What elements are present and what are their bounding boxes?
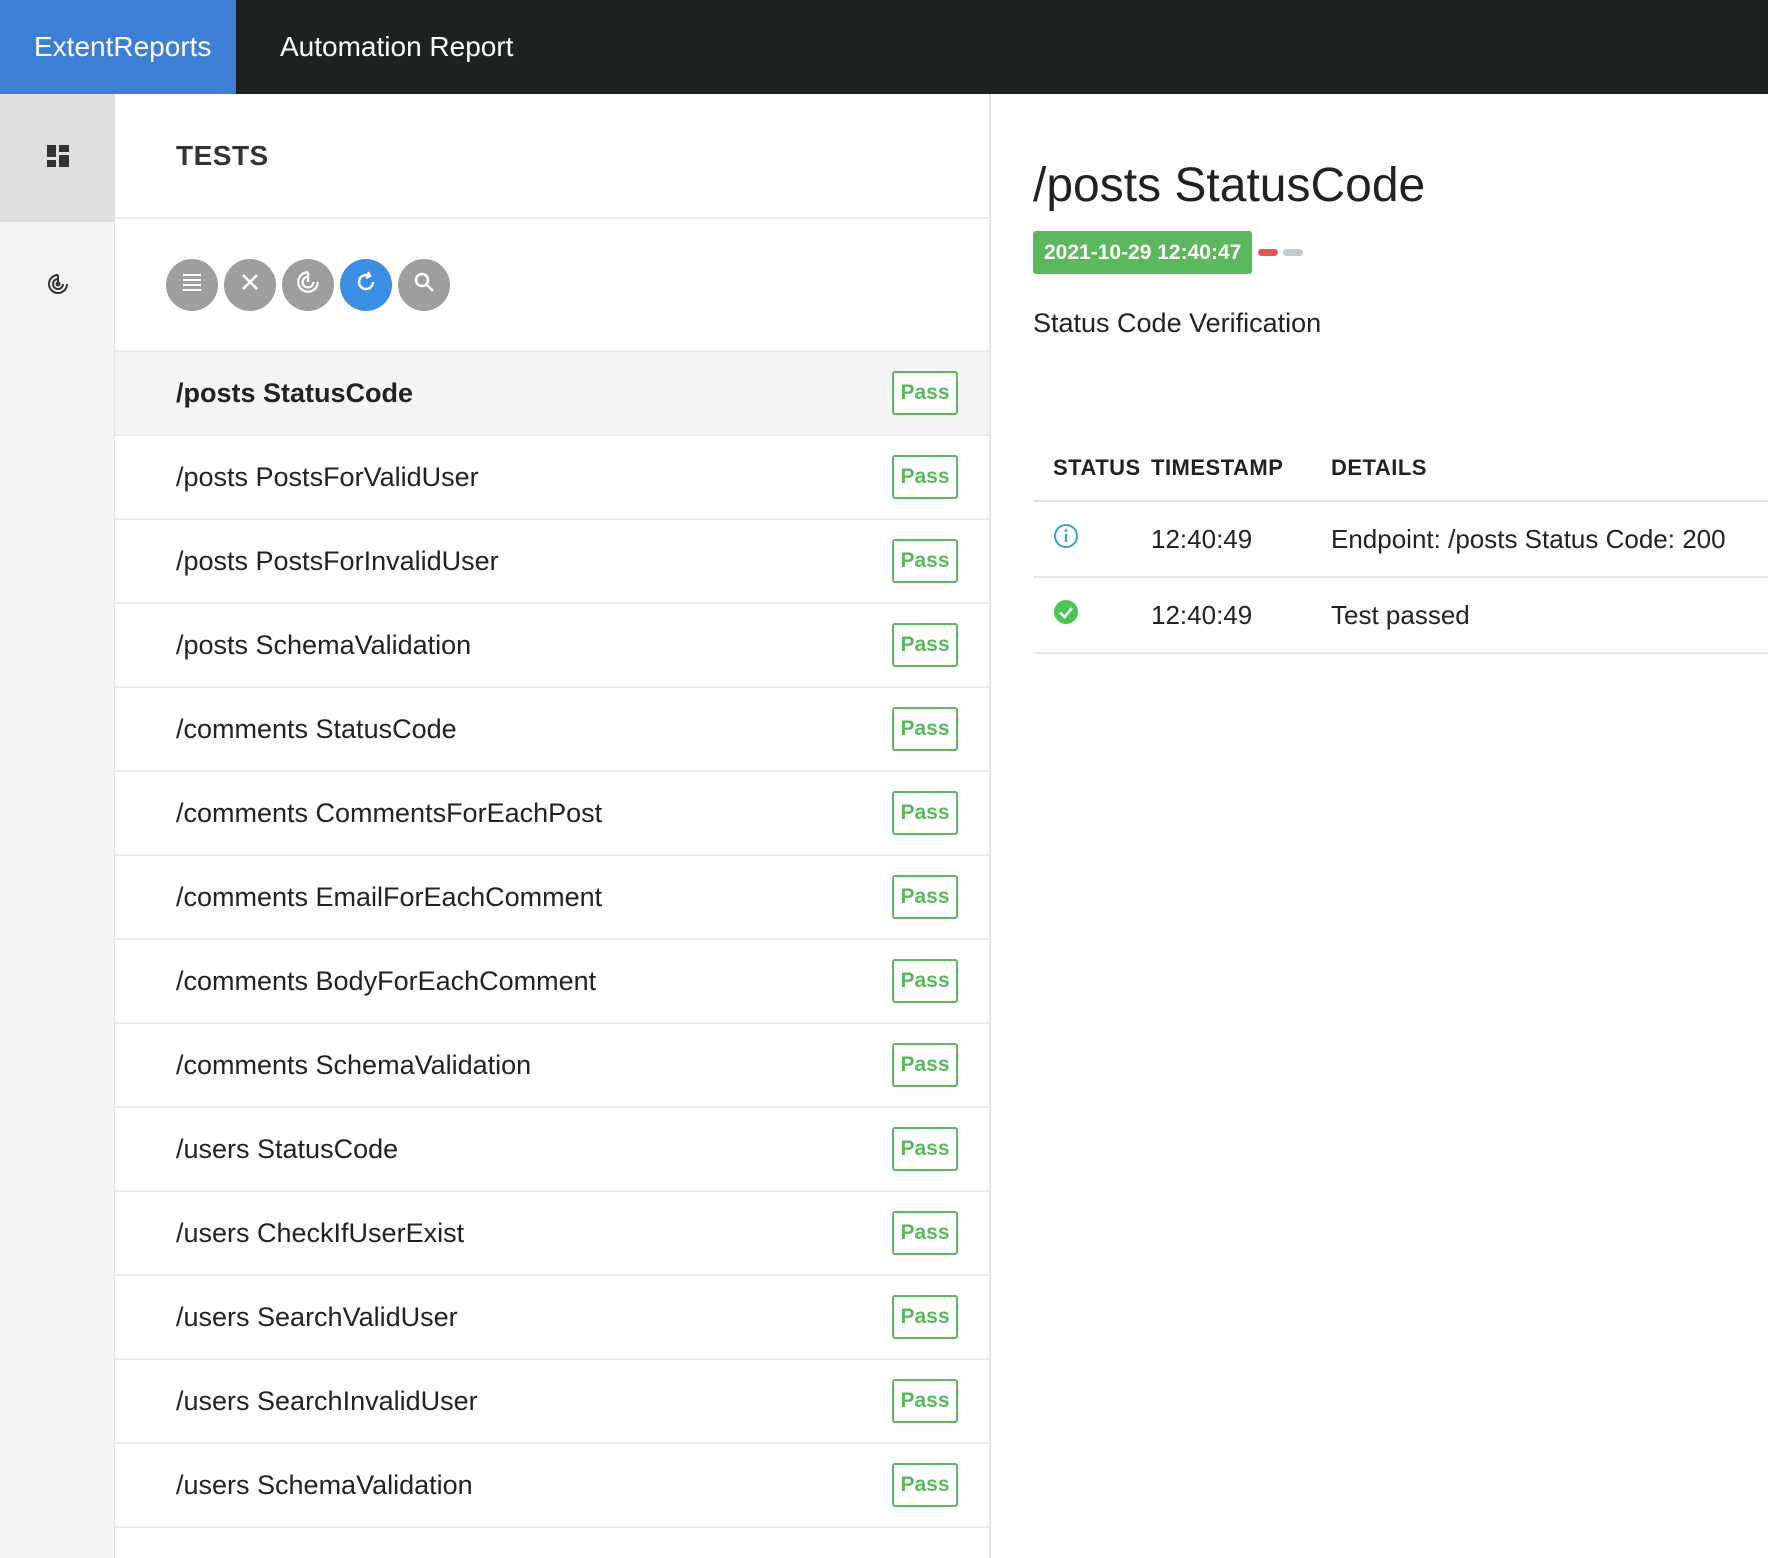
test-row[interactable]: /comments CommentsForEachPost Pass	[115, 772, 989, 856]
test-name: /comments BodyForEachComment	[176, 965, 597, 996]
status-badge: Pass	[892, 1043, 958, 1087]
log-details: Endpoint: /posts Status Code: 200	[1331, 501, 1768, 578]
log-table: STATUS TIMESTAMP DETAILS 12:40:49 Endpoi…	[1033, 435, 1768, 654]
close-icon	[239, 271, 261, 298]
test-row[interactable]: /comments SchemaValidation Pass	[115, 1024, 989, 1108]
status-badge: Pass	[892, 791, 958, 835]
status-badge: Pass	[892, 1463, 958, 1507]
test-name: /users CheckIfUserExist	[176, 1217, 465, 1248]
status-badge: Pass	[892, 371, 958, 415]
test-row[interactable]: /users StatusCode Pass	[115, 1108, 989, 1192]
test-detail-title: /posts StatusCode	[1033, 159, 1426, 212]
status-badge: Pass	[892, 539, 958, 583]
log-table-header: STATUS TIMESTAMP DETAILS	[1033, 435, 1768, 502]
status-bar-gray	[1283, 249, 1304, 256]
test-list: /posts StatusCode Pass/posts PostsForVali…	[115, 350, 989, 1528]
refresh-button[interactable]	[340, 258, 392, 311]
test-name: /comments SchemaValidation	[176, 1049, 532, 1080]
check-circle-icon	[1053, 599, 1079, 631]
filter-toolbar	[115, 219, 989, 350]
filter-all-button[interactable]	[166, 258, 218, 311]
test-name: /comments EmailForEachComment	[176, 881, 603, 912]
top-bar: ExtentReports Automation Report	[0, 0, 1768, 94]
refresh-icon	[354, 270, 378, 299]
test-name: /users StatusCode	[176, 1133, 399, 1164]
log-details: Test passed	[1331, 577, 1768, 654]
test-detail-panel: /posts StatusCode 2021-10-29 12:40:47 St…	[993, 94, 1768, 1558]
test-row[interactable]: /posts PostsForInvalidUser Pass	[115, 520, 989, 604]
report-title: Automation Report	[280, 31, 514, 62]
test-row[interactable]: /posts StatusCode Pass	[115, 352, 989, 436]
status-badge: Pass	[892, 1211, 958, 1255]
test-name: /comments StatusCode	[176, 713, 457, 744]
test-row[interactable]: /users SearchInvalidUser Pass	[115, 1360, 989, 1444]
test-name: /users SearchInvalidUser	[176, 1385, 478, 1416]
list-icon	[180, 270, 204, 299]
filter-dashboard-button[interactable]	[282, 258, 334, 311]
column-header-status: STATUS	[1033, 435, 1151, 502]
test-row[interactable]: /comments BodyForEachComment Pass	[115, 940, 989, 1024]
search-button[interactable]	[398, 258, 450, 311]
log-timestamp: 12:40:49	[1151, 577, 1331, 654]
test-name: /posts PostsForInvalidUser	[176, 545, 499, 576]
left-nav	[0, 94, 115, 1558]
tests-panel: TESTS /posts StatusCode Pass /posts Post…	[115, 94, 991, 1558]
test-row[interactable]: /comments StatusCode Pass	[115, 688, 989, 772]
status-badge: Pass	[892, 875, 958, 919]
filter-failed-button[interactable]	[224, 258, 276, 311]
info-icon	[1053, 523, 1079, 555]
test-row[interactable]: /users CheckIfUserExist Pass	[115, 1192, 989, 1276]
brand-logo[interactable]: ExtentReports	[0, 0, 236, 94]
test-name: /posts StatusCode	[176, 377, 414, 408]
column-header-timestamp: TIMESTAMP	[1151, 435, 1331, 502]
status-badge: Pass	[892, 455, 958, 499]
status-badge: Pass	[892, 707, 958, 751]
test-name: /posts PostsForValidUser	[176, 461, 479, 492]
test-name: /users SearchValidUser	[176, 1301, 458, 1332]
test-name: /users SchemaValidation	[176, 1469, 473, 1500]
status-badge: Pass	[892, 1127, 958, 1171]
nav-item-dashboard[interactable]	[0, 222, 115, 350]
test-row[interactable]: /users SchemaValidation Pass	[115, 1444, 989, 1528]
radar-icon	[46, 272, 70, 301]
log-status-cell	[1033, 501, 1151, 578]
radar-icon	[295, 269, 321, 300]
test-row[interactable]: /posts SchemaValidation Pass	[115, 604, 989, 688]
test-row[interactable]: /posts PostsForValidUser Pass	[115, 436, 989, 520]
log-row: 12:40:49 Endpoint: /posts Status Code: 2…	[1033, 501, 1768, 578]
status-badge: Pass	[892, 1295, 958, 1339]
column-header-details: DETAILS	[1331, 435, 1768, 502]
test-meta: 2021-10-29 12:40:47	[1033, 231, 1768, 274]
test-name: /posts SchemaValidation	[176, 629, 472, 660]
dashboard-icon	[46, 144, 69, 172]
status-bar-red	[1258, 249, 1279, 256]
search-icon	[413, 271, 435, 298]
log-timestamp: 12:40:49	[1151, 501, 1331, 578]
log-status-cell	[1033, 577, 1151, 654]
status-badge: Pass	[892, 623, 958, 667]
status-badge: Pass	[892, 959, 958, 1003]
test-row[interactable]: /users SearchValidUser Pass	[115, 1276, 989, 1360]
log-row: 12:40:49 Test passed	[1033, 577, 1768, 654]
tests-panel-title: TESTS	[115, 94, 989, 219]
test-name: /comments CommentsForEachPost	[176, 797, 603, 828]
start-time-badge: 2021-10-29 12:40:47	[1033, 231, 1253, 274]
nav-item-tests[interactable]	[0, 94, 115, 222]
status-badge: Pass	[892, 1379, 958, 1423]
test-description: Status Code Verification	[1033, 308, 1322, 338]
test-row[interactable]: /comments EmailForEachComment Pass	[115, 856, 989, 940]
